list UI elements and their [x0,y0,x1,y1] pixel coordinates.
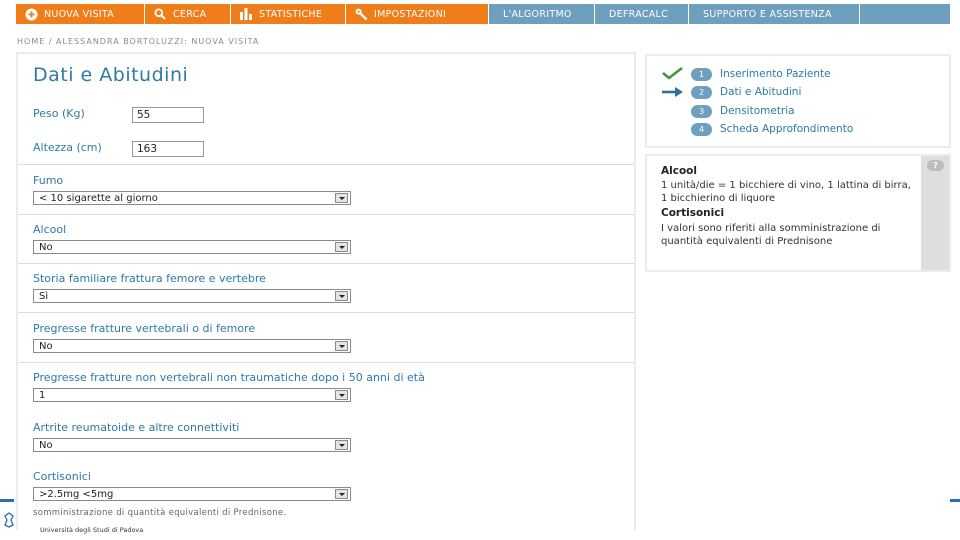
breadcrumb: HOME / ALESSANDRA BORTOLUZZI: NUOVA VISI… [17,37,260,46]
slide-divider-line [950,499,960,502]
storia-select[interactable]: Sì [33,289,351,303]
storia-select-value: Sì [39,290,49,302]
checkmark-icon [662,66,683,80]
steps-panel: 1 Inserimento Paziente 2 Dati e Abitudin… [647,56,949,146]
artrite-select[interactable]: No [33,438,351,452]
nav-label: NUOVA VISITA [44,8,115,20]
arrow-right-icon [662,87,683,97]
chevron-down-icon [335,341,348,351]
nav-label: STATISTICHE [259,8,323,20]
cortisonici-label: Cortisonici [33,470,91,483]
bar-chart-icon [239,7,253,21]
chevron-down-icon [335,291,348,301]
storia-label: Storia familiare frattura femore e verte… [33,272,266,285]
nav-supporto[interactable]: SUPPORTO E ASSISTENZA [689,4,860,24]
cortisonici-select[interactable]: >2.5mg <5mg [33,487,351,501]
nav-label: CERCA [173,8,207,20]
nav-statistiche[interactable]: STATISTICHE [231,4,346,24]
help-icon[interactable]: ? [927,160,944,171]
nav-label: IMPOSTAZIONI [374,8,447,20]
step-label: Inserimento Paziente [720,68,831,80]
altezza-label: Altezza (cm) [33,141,102,154]
nav-label: DEFRACALC [609,8,669,20]
slide-divider-line [0,499,14,502]
step-number: 1 [691,67,712,81]
step-number: 3 [691,104,712,118]
divider [18,362,634,363]
step-number: 2 [691,85,712,99]
fumo-label: Fumo [33,174,64,187]
fratture-vert-select[interactable]: No [33,339,351,353]
divider [18,263,634,264]
nav-label: L'ALGORITMO [503,8,572,20]
peso-label: Peso (Kg) [33,107,85,120]
footer-text: Università degli Studi di Padova [40,526,144,534]
step-scheda-approfondimento[interactable]: 4 Scheda Approfondimento [691,122,853,136]
nav-filler [860,4,950,24]
nav-impostazioni[interactable]: IMPOSTAZIONI [346,4,489,24]
nav-defracalc[interactable]: DEFRACALC [595,4,689,24]
alcool-select-value: No [39,241,53,253]
step-label: Densitometria [720,105,795,117]
form-panel: Dati e Abitudini Peso (Kg) Altezza (cm) … [18,54,634,530]
fumo-select[interactable]: < 10 sigarette al giorno [33,191,351,205]
cortisonici-select-value: >2.5mg <5mg [39,488,114,500]
chevron-down-icon [335,489,348,499]
alcool-label: Alcool [33,223,67,236]
info-alcool-title: Alcool [661,165,697,177]
chevron-down-icon [335,242,348,252]
info-side-strip: ? [921,156,949,270]
cortisonici-note: somministrazione di quantità equivalenti… [33,508,287,518]
step-inserimento-paziente[interactable]: 1 Inserimento Paziente [691,67,831,81]
nav-cerca[interactable]: CERCA [145,4,231,24]
step-label: Scheda Approfondimento [720,123,854,135]
step-label: Dati e Abitudini [720,86,802,98]
chevron-down-icon [335,193,348,203]
university-logo-icon [4,512,14,528]
step-densitometria[interactable]: 3 Densitometria [691,104,795,118]
page-title: Dati e Abitudini [33,64,189,86]
chevron-down-icon [335,440,348,450]
nav-algoritmo[interactable]: L'ALGORITMO [489,4,595,24]
fratture-nonvert-label: Pregresse fratture non vertebrali non tr… [33,371,425,384]
artrite-select-value: No [39,439,53,451]
alcool-select[interactable]: No [33,240,351,254]
info-panel: Alcool 1 unità/die = 1 bicchiere di vino… [647,156,921,270]
fumo-select-value: < 10 sigarette al giorno [39,192,158,204]
info-cortisonici-title: Cortisonici [661,207,725,219]
fratture-vert-label: Pregresse fratture vertebrali o di femor… [33,322,256,335]
fratture-vert-select-value: No [39,340,53,352]
peso-input[interactable] [132,107,204,123]
search-icon [153,7,167,21]
nav-label: SUPPORTO E ASSISTENZA [703,8,832,20]
divider [18,164,634,165]
divider [18,312,634,313]
step-dati-abitudini[interactable]: 2 Dati e Abitudini [691,85,801,99]
divider [18,214,634,215]
main-nav: NUOVA VISITA CERCA STATISTICHE IMPOSTAZI… [16,4,950,24]
artrite-label: Artrite reumatoide e altre connettiviti [33,421,240,434]
fratture-nonvert-select-value: 1 [39,389,46,401]
step-number: 4 [691,122,712,136]
altezza-input[interactable] [132,141,204,157]
nav-nuova-visita[interactable]: NUOVA VISITA [16,4,145,24]
info-cortisonici-text: I valori sono riferiti alla somministraz… [661,223,881,247]
chevron-down-icon [335,390,348,400]
plus-circle-icon [24,7,38,21]
info-alcool-text: 1 unità/die = 1 bicchiere di vino, 1 lat… [661,180,911,204]
fratture-nonvert-select[interactable]: 1 [33,388,351,402]
wrench-icon [354,7,368,21]
